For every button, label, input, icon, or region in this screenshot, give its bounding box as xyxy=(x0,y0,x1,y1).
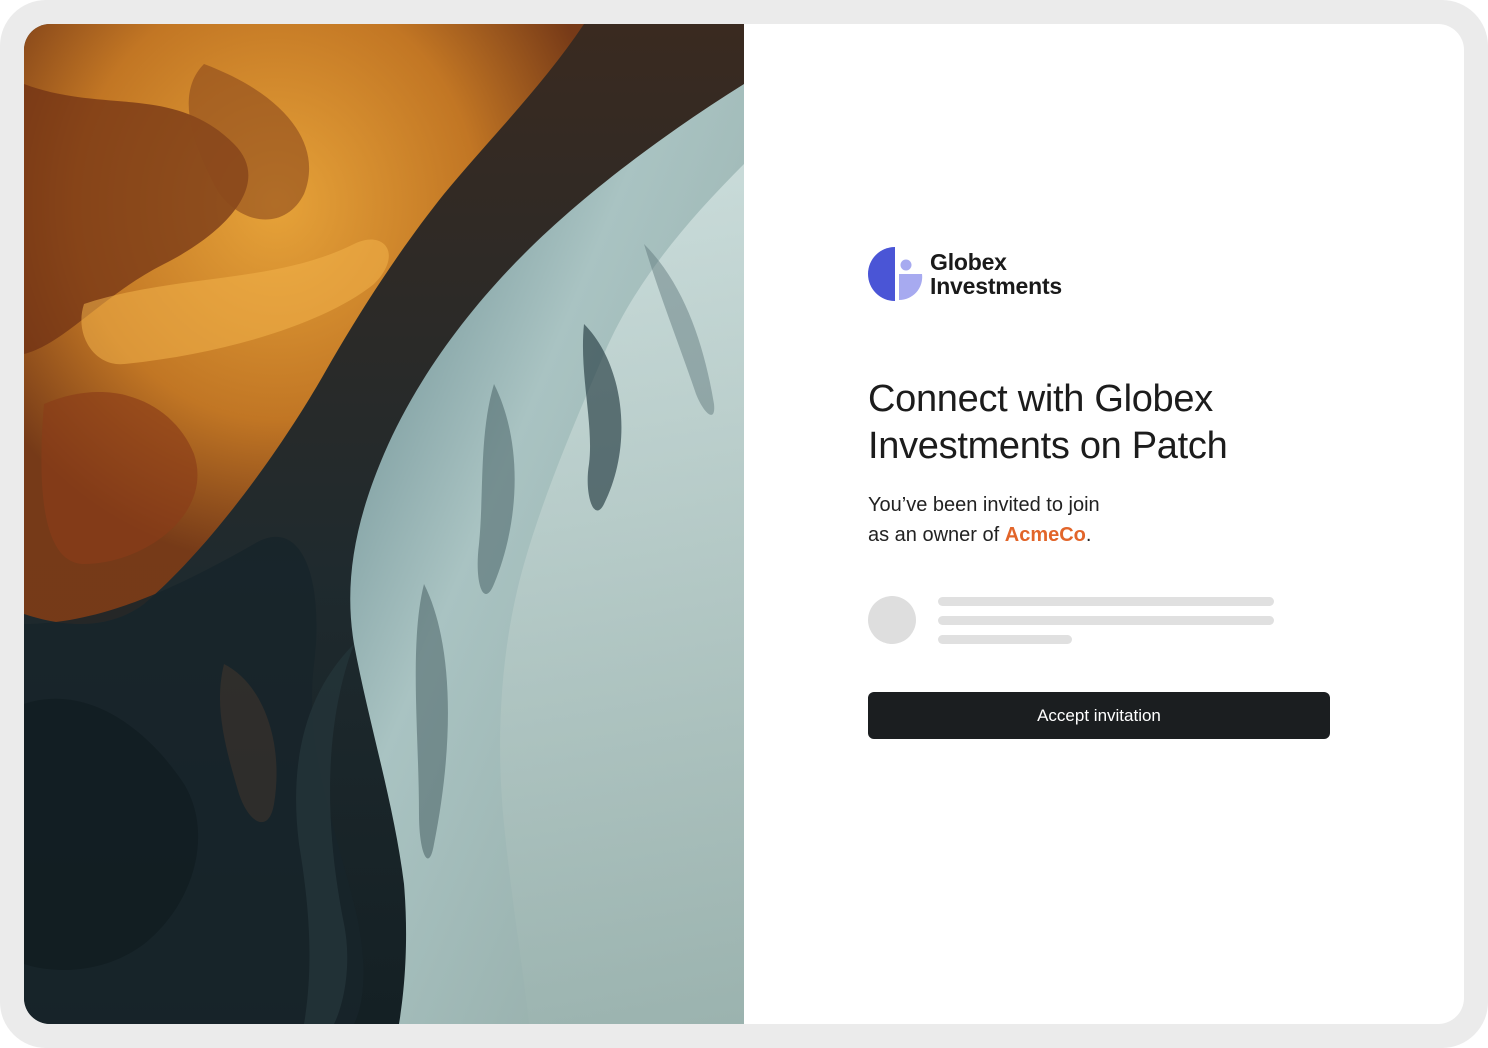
device-frame: Globex Investments Connect with Globex I… xyxy=(0,0,1488,1048)
text-placeholder-line xyxy=(938,635,1072,644)
page-title-line1: Connect with Globex xyxy=(868,378,1213,420)
loading-placeholder xyxy=(868,596,1338,646)
invite-message-line2: as an owner of AcmeCo. xyxy=(868,520,1338,550)
page-title: Connect with Globex Investments on Patch xyxy=(868,376,1338,470)
invite-window: Globex Investments Connect with Globex I… xyxy=(24,24,1464,1024)
logo-wordmark: Globex Investments xyxy=(930,250,1062,298)
globex-logo: Globex Investments xyxy=(868,246,1128,302)
hero-image xyxy=(24,24,744,1024)
avatar-placeholder xyxy=(868,596,916,644)
invite-message-prefix: as an owner of xyxy=(868,524,1005,546)
logo-wordmark-line1: Globex xyxy=(930,249,1007,275)
aerial-landscape-illustration xyxy=(24,24,744,1024)
text-placeholder-line xyxy=(938,597,1274,606)
invite-message-suffix: . xyxy=(1085,524,1092,546)
accept-invitation-button[interactable]: Accept invitation xyxy=(868,692,1330,739)
globex-logo-icon xyxy=(868,247,923,301)
organization-name: AcmeCo xyxy=(1004,524,1086,546)
page-title-line2: Investments on Patch xyxy=(868,425,1228,467)
logo-wordmark-line2: Investments xyxy=(930,273,1063,299)
invite-message-line1: You’ve been invited to join xyxy=(868,494,1100,516)
text-placeholder-line xyxy=(938,616,1274,625)
invite-message: You’ve been invited to join as an owner … xyxy=(868,490,1338,550)
